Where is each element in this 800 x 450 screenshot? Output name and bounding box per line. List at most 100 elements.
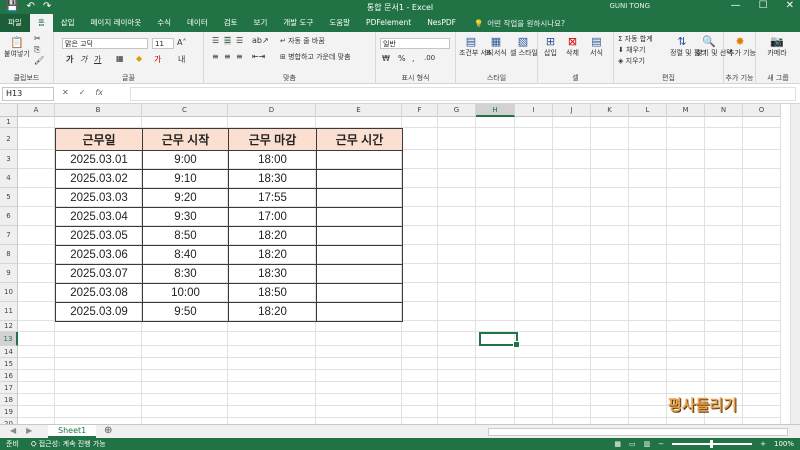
sort-filter-button[interactable]: ⇅ 정렬 및 필터 (670, 35, 707, 58)
row-header-19[interactable]: 19 (0, 406, 18, 418)
close-icon[interactable]: ✕ (786, 0, 794, 11)
add-sheet-icon[interactable]: ⊕ (104, 425, 112, 436)
format-painter-icon[interactable]: 🖌 (34, 56, 44, 65)
tab-insert[interactable]: 삽입 (53, 14, 83, 32)
column-header-m[interactable]: M (667, 104, 705, 117)
tab-help[interactable]: 도움말 (321, 14, 358, 32)
number-format-select[interactable]: 일반 (380, 38, 450, 49)
clear-button[interactable]: ◈ 지우기 (618, 56, 645, 66)
font-color-icon[interactable]: 가 (154, 54, 161, 65)
cell-work-hours[interactable] (316, 188, 403, 208)
cell-start-time[interactable]: 8:40 (142, 245, 229, 265)
indent-icon[interactable]: ⇤⇥ (252, 52, 265, 61)
camera-button[interactable]: 📷 카메라 (760, 35, 794, 58)
cell-start-time[interactable]: 9:20 (142, 188, 229, 208)
row-header-9[interactable]: 9 (0, 264, 18, 283)
tab-home[interactable]: 홈 (29, 14, 53, 32)
cell-work-hours[interactable] (316, 207, 403, 227)
cell-work-hours[interactable] (316, 264, 403, 284)
tab-formulas[interactable]: 수식 (149, 14, 179, 32)
page-layout-view-icon[interactable]: ▭ (629, 438, 636, 450)
find-select-button[interactable]: 🔍 찾기 및 선택 (696, 35, 733, 58)
cell-work-hours[interactable] (316, 302, 403, 322)
cell-work-date[interactable]: 2025.03.09 (55, 302, 143, 322)
row-header-15[interactable]: 15 (0, 358, 18, 370)
zoom-level[interactable]: 100% (774, 438, 794, 450)
row-header-10[interactable]: 10 (0, 283, 18, 302)
column-header-k[interactable]: K (591, 104, 629, 117)
vertical-scrollbar[interactable] (790, 104, 800, 424)
cell-start-time[interactable]: 8:30 (142, 264, 229, 284)
align-center-icon[interactable]: ≡ (224, 52, 231, 61)
italic-icon[interactable]: 가 (80, 54, 87, 65)
tab-file[interactable]: 파일 (0, 14, 30, 32)
cell-start-time[interactable]: 9:30 (142, 207, 229, 227)
bold-icon[interactable]: 가 (66, 54, 73, 65)
column-header-b[interactable]: B (55, 104, 142, 117)
cell-work-date[interactable]: 2025.03.07 (55, 264, 143, 284)
cell-work-date[interactable]: 2025.03.01 (55, 150, 143, 170)
cell-start-time[interactable]: 10:00 (142, 283, 229, 303)
cell-end-time[interactable]: 18:20 (228, 302, 317, 322)
cell-work-hours[interactable] (316, 283, 403, 303)
tab-review[interactable]: 검토 (216, 14, 246, 32)
column-header-n[interactable]: N (705, 104, 743, 117)
row-header-14[interactable]: 14 (0, 346, 18, 358)
cell-work-hours[interactable] (316, 226, 403, 246)
column-header-i[interactable]: I (515, 104, 553, 117)
cell-end-time[interactable]: 17:00 (228, 207, 317, 227)
cell-end-time[interactable]: 17:55 (228, 188, 317, 208)
column-header-c[interactable]: C (142, 104, 228, 117)
column-header-o[interactable]: O (743, 104, 781, 117)
active-cell-h13[interactable] (479, 332, 520, 348)
confirm-icon[interactable]: ✓ (79, 88, 86, 97)
row-header-2[interactable]: 2 (0, 128, 18, 150)
formula-input[interactable] (130, 87, 796, 101)
maximize-icon[interactable]: ☐ (759, 0, 768, 11)
cell-work-date[interactable]: 2025.03.08 (55, 283, 143, 303)
header-work-hours[interactable]: 근무 시간 (316, 128, 403, 151)
header-start-time[interactable]: 근무 시작 (142, 128, 229, 151)
font-grow-icon[interactable]: A˄ (177, 38, 186, 47)
insert-cells-button[interactable]: ⊞ 삽입 (544, 35, 557, 58)
currency-icon[interactable]: ₩ (382, 54, 390, 63)
cell-start-time[interactable]: 9:00 (142, 150, 229, 170)
wrap-text-button[interactable]: ↵ 자동 줄 바꿈 (280, 36, 325, 46)
merge-center-button[interactable]: ⊞ 병합하고 가운데 맞춤 (280, 52, 351, 62)
orientation-icon[interactable]: ab↗ (252, 36, 269, 45)
zoom-slider[interactable] (672, 440, 753, 448)
decimal-icon[interactable]: .00 (424, 54, 435, 62)
percent-icon[interactable]: % (398, 54, 406, 63)
tab-pdfelement[interactable]: PDFelement (358, 14, 419, 32)
tab-page-layout[interactable]: 페이지 레이아웃 (83, 14, 150, 32)
name-box[interactable]: H13 (2, 87, 54, 101)
user-name[interactable]: GUNI TONG (609, 2, 650, 10)
delete-cells-button[interactable]: ⊠ 삭제 (566, 35, 579, 58)
row-header-16[interactable]: 16 (0, 370, 18, 382)
fill-color-icon[interactable]: ◆ (136, 54, 142, 63)
format-cells-button[interactable]: ▤ 서식 (590, 35, 603, 58)
column-header-a[interactable]: A (18, 104, 55, 117)
select-all-corner[interactable] (0, 104, 18, 117)
row-header-17[interactable]: 17 (0, 382, 18, 394)
align-middle-icon[interactable]: ☰ (224, 36, 232, 45)
tab-developer[interactable]: 개발 도구 (275, 14, 321, 32)
phonetic-icon[interactable]: 내 (178, 54, 185, 65)
cell-end-time[interactable]: 18:30 (228, 264, 317, 284)
cell-work-hours[interactable] (316, 245, 403, 265)
align-top-icon[interactable]: ☰ (212, 36, 219, 45)
cell-end-time[interactable]: 18:50 (228, 283, 317, 303)
row-header-11[interactable]: 11 (0, 302, 18, 321)
cell-end-time[interactable]: 18:30 (228, 169, 317, 189)
cancel-icon[interactable]: ✕ (62, 88, 69, 97)
column-header-e[interactable]: E (316, 104, 402, 117)
normal-view-icon[interactable]: ▦ (614, 438, 621, 450)
cell-end-time[interactable]: 18:20 (228, 226, 317, 246)
cell-work-hours[interactable] (316, 169, 403, 189)
addins-button[interactable]: ✸ 추가 기능 (728, 35, 756, 58)
sheet-tab-sheet1[interactable]: Sheet1 (48, 425, 97, 438)
fill-button[interactable]: ⬇ 채우기 (618, 45, 645, 55)
tab-view[interactable]: 보기 (246, 14, 276, 32)
row-header-12[interactable]: 12 (0, 321, 18, 332)
tell-me-search[interactable]: 💡 어떤 작업을 원하시나요? (464, 18, 565, 29)
